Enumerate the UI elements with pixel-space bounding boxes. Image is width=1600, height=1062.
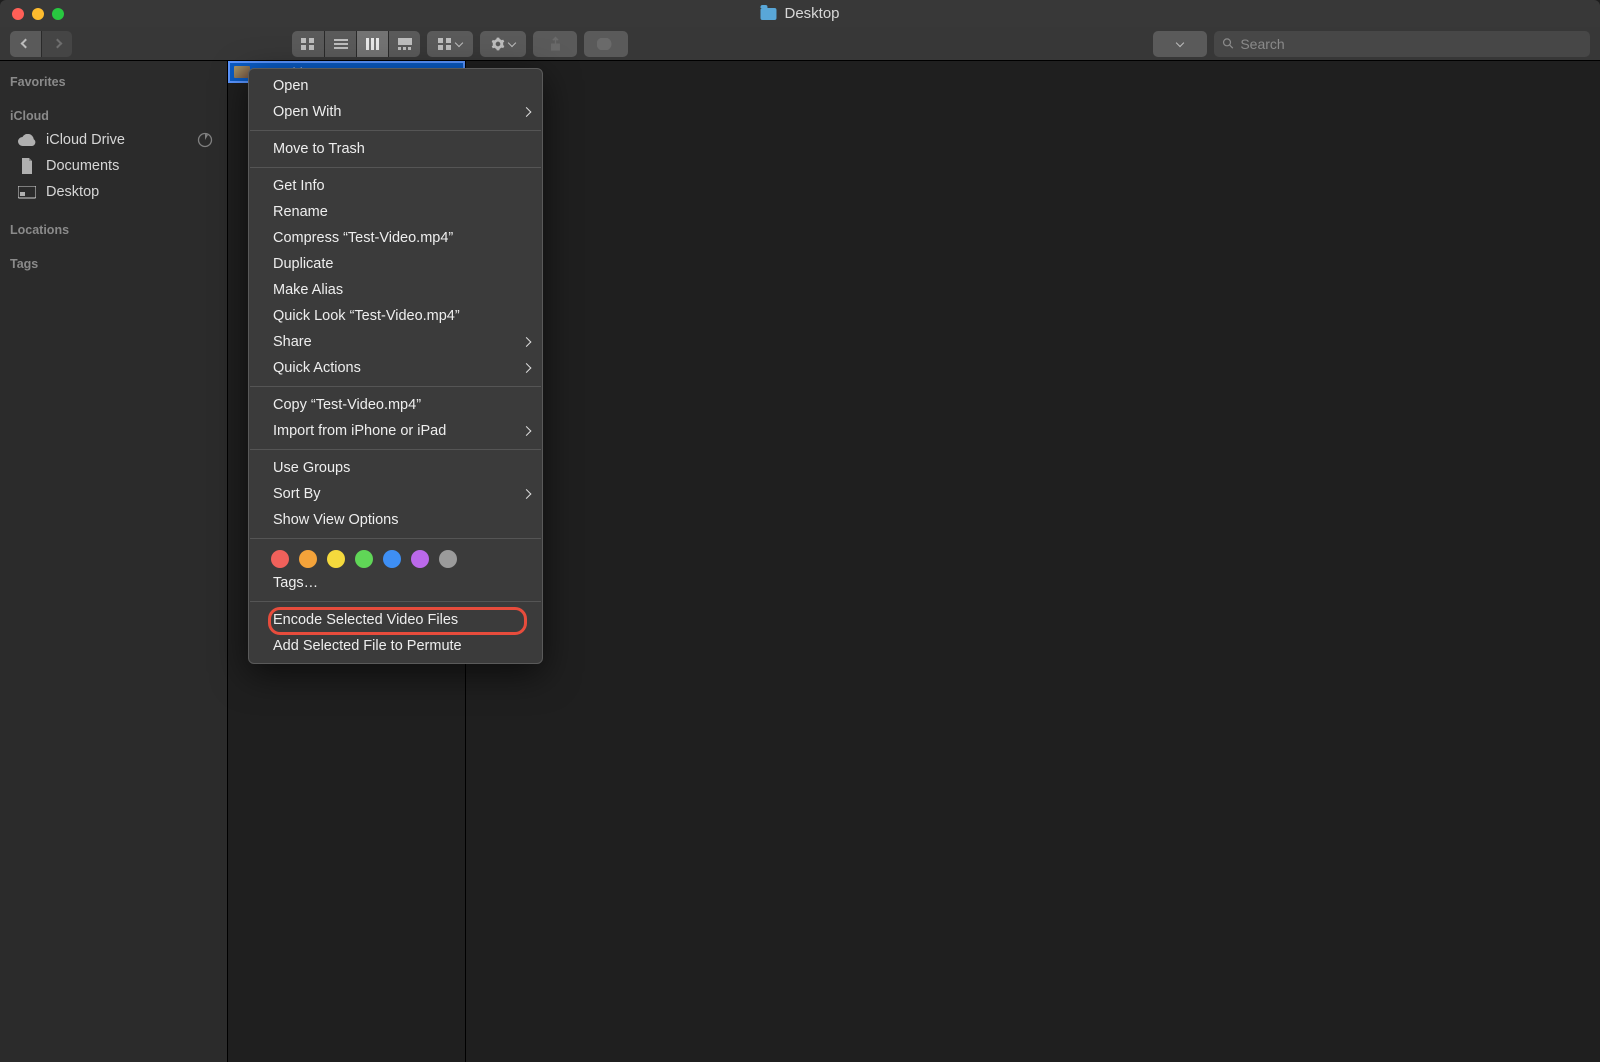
nav-buttons <box>10 31 72 57</box>
sidebar-header-locations: Locations <box>0 217 227 241</box>
cloud-icon <box>18 131 36 149</box>
menu-item[interactable]: Move to Trash <box>249 136 542 162</box>
sidebar-item-label: Documents <box>46 158 119 174</box>
sidebar-dropdown[interactable] <box>1153 31 1207 57</box>
menu-item[interactable]: Open With <box>249 99 542 125</box>
menu-separator <box>250 130 541 131</box>
chevron-down-icon <box>508 38 516 46</box>
menu-item[interactable]: Quick Actions <box>249 355 542 381</box>
icon-view-button[interactable] <box>292 31 324 57</box>
column-view-button[interactable] <box>356 31 388 57</box>
sidebar-item-icloud-drive[interactable]: iCloud Drive <box>0 127 227 153</box>
menu-item[interactable]: Show View Options <box>249 507 542 533</box>
menu-separator <box>250 538 541 539</box>
menu-item[interactable]: Sort By <box>249 481 542 507</box>
document-icon <box>18 157 36 175</box>
action-dropdown[interactable] <box>480 31 526 57</box>
menu-separator <box>250 386 541 387</box>
toolbar <box>0 27 1600 61</box>
menu-item[interactable]: Compress “Test-Video.mp4” <box>249 225 542 251</box>
sidebar-item-desktop[interactable]: Desktop <box>0 179 227 205</box>
sidebar-item-label: iCloud Drive <box>46 132 125 148</box>
tag-color-row <box>249 544 542 570</box>
menu-item[interactable]: Encode Selected Video Files <box>249 607 542 633</box>
tag-color-dot[interactable] <box>327 550 345 568</box>
menu-item[interactable]: Import from iPhone or iPad <box>249 418 542 444</box>
menu-item[interactable]: Open <box>249 73 542 99</box>
context-menu: OpenOpen With Move to Trash Get InfoRename… <box>248 68 543 664</box>
share-button[interactable] <box>533 31 577 57</box>
icloud-progress-icon <box>197 132 213 148</box>
search-field[interactable] <box>1214 31 1590 57</box>
sidebar-item-documents[interactable]: Documents <box>0 153 227 179</box>
menu-item[interactable]: Add Selected File to Permute <box>249 633 542 659</box>
body: Favorites iCloud iCloud Drive Documents … <box>0 61 1600 1062</box>
menu-item[interactable]: Use Groups <box>249 455 542 481</box>
sidebar: Favorites iCloud iCloud Drive Documents … <box>0 61 228 1062</box>
menu-separator <box>250 449 541 450</box>
tag-color-dot[interactable] <box>271 550 289 568</box>
forward-button[interactable] <box>41 31 72 57</box>
back-button[interactable] <box>10 31 41 57</box>
menu-separator <box>250 601 541 602</box>
chevron-down-icon <box>455 38 463 46</box>
tag-color-dot[interactable] <box>383 550 401 568</box>
gallery-view-button[interactable] <box>388 31 420 57</box>
group-by-dropdown[interactable] <box>427 31 473 57</box>
tag-color-dot[interactable] <box>411 550 429 568</box>
view-mode-segment <box>292 31 420 57</box>
menu-item[interactable]: Quick Look “Test-Video.mp4” <box>249 303 542 329</box>
minimize-button[interactable] <box>32 8 44 20</box>
close-button[interactable] <box>12 8 24 20</box>
menu-item[interactable]: Rename <box>249 199 542 225</box>
menu-item-tags[interactable]: Tags… <box>249 570 542 596</box>
desktop-icon <box>18 183 36 201</box>
titlebar: Desktop <box>0 0 1600 27</box>
chevron-down-icon <box>1176 38 1184 46</box>
menu-item[interactable]: Get Info <box>249 173 542 199</box>
folder-icon <box>760 8 776 20</box>
tags-button[interactable] <box>584 31 628 57</box>
window-title: Desktop <box>760 5 839 22</box>
sidebar-header-tags: Tags <box>0 251 227 275</box>
menu-separator <box>250 167 541 168</box>
tag-color-dot[interactable] <box>355 550 373 568</box>
list-view-button[interactable] <box>324 31 356 57</box>
search-input[interactable] <box>1240 36 1582 52</box>
menu-item[interactable]: Make Alias <box>249 277 542 303</box>
sidebar-header-icloud: iCloud <box>0 103 227 127</box>
tag-color-dot[interactable] <box>299 550 317 568</box>
window-controls <box>12 8 64 20</box>
window-title-text: Desktop <box>784 5 839 22</box>
maximize-button[interactable] <box>52 8 64 20</box>
tag-color-dot[interactable] <box>439 550 457 568</box>
menu-item[interactable]: Copy “Test-Video.mp4” <box>249 392 542 418</box>
preview-column <box>466 61 1600 1062</box>
sidebar-header-favorites: Favorites <box>0 69 227 93</box>
sidebar-item-label: Desktop <box>46 184 99 200</box>
menu-item[interactable]: Duplicate <box>249 251 542 277</box>
menu-item[interactable]: Share <box>249 329 542 355</box>
